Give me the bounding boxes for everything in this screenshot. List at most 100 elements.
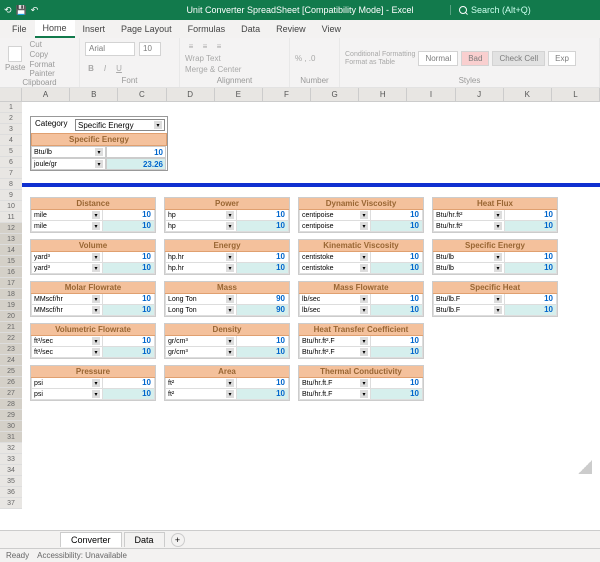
font-size[interactable]: 10 (139, 42, 161, 56)
undo-icon[interactable]: ↶ (31, 5, 39, 16)
unit-from-dropdown[interactable]: hp.hr▾ (165, 252, 237, 263)
value-from[interactable]: 10 (103, 378, 155, 389)
row-header[interactable]: 5 (0, 146, 22, 157)
value-from[interactable]: 10 (371, 336, 423, 347)
menu-data[interactable]: Data (233, 21, 268, 37)
row-header[interactable]: 12 (0, 223, 22, 234)
unit-to-dropdown[interactable]: Btu/lb.F▾ (433, 305, 505, 316)
unit-from-dropdown[interactable]: centistoke▾ (299, 252, 371, 263)
row-header[interactable]: 7 (0, 168, 22, 179)
row-header[interactable]: 22 (0, 333, 22, 344)
unit-to-dropdown[interactable]: Long Ton▾ (165, 305, 237, 316)
unit-to-dropdown[interactable]: Btu/hr.ft.F▾ (299, 389, 371, 400)
col-f[interactable]: F (263, 88, 311, 101)
unit-from-dropdown[interactable]: hp▾ (165, 210, 237, 221)
menu-view[interactable]: View (314, 21, 349, 37)
row-header[interactable]: 34 (0, 465, 22, 476)
unit-to-dropdown[interactable]: ft²▾ (165, 389, 237, 400)
row-header[interactable]: 32 (0, 443, 22, 454)
col-e[interactable]: E (215, 88, 263, 101)
italic-button[interactable]: I (99, 63, 111, 75)
value-from[interactable]: 10 (505, 210, 557, 221)
unit-to-dropdown[interactable]: centipoise▾ (299, 221, 371, 232)
top-unit-from[interactable]: Btu/lb▾ (31, 146, 106, 158)
unit-from-dropdown[interactable]: Btu/hr.ft.F▾ (299, 378, 371, 389)
row-header[interactable]: 37 (0, 498, 22, 509)
copy-button[interactable]: Copy (29, 50, 74, 59)
value-from[interactable]: 10 (103, 252, 155, 263)
row-header[interactable]: 4 (0, 135, 22, 146)
unit-to-dropdown[interactable]: hp▾ (165, 221, 237, 232)
row-header[interactable]: 13 (0, 234, 22, 245)
cut-button[interactable]: Cut (29, 40, 74, 49)
tab-converter[interactable]: Converter (60, 532, 122, 547)
bold-button[interactable]: B (85, 63, 97, 75)
unit-to-dropdown[interactable]: lb/sec▾ (299, 305, 371, 316)
align-left-icon[interactable]: ≡ (185, 40, 197, 52)
col-l[interactable]: L (552, 88, 600, 101)
row-header[interactable]: 30 (0, 421, 22, 432)
col-j[interactable]: J (456, 88, 504, 101)
value-from[interactable]: 10 (237, 210, 289, 221)
value-from[interactable]: 10 (371, 252, 423, 263)
align-center-icon[interactable]: ≡ (199, 40, 211, 52)
tab-data[interactable]: Data (124, 532, 165, 547)
row-header[interactable]: 14 (0, 245, 22, 256)
value-from[interactable]: 10 (505, 252, 557, 263)
unit-to-dropdown[interactable]: MMscf/hr▾ (31, 305, 103, 316)
row-header[interactable]: 18 (0, 289, 22, 300)
paste-button[interactable]: Paste (5, 46, 25, 72)
menu-review[interactable]: Review (268, 21, 314, 37)
row-header[interactable]: 1 (0, 102, 22, 113)
col-g[interactable]: G (311, 88, 359, 101)
style-check-cell[interactable]: Check Cell (492, 51, 545, 66)
unit-from-dropdown[interactable]: Btu/hr.ft².F▾ (299, 336, 371, 347)
unit-from-dropdown[interactable]: Long Ton▾ (165, 294, 237, 305)
unit-to-dropdown[interactable]: centistoke▾ (299, 263, 371, 274)
unit-to-dropdown[interactable]: Btu/hr.ft²▾ (433, 221, 505, 232)
row-header[interactable]: 2 (0, 113, 22, 124)
unit-from-dropdown[interactable]: Btu/lb▾ (433, 252, 505, 263)
unit-from-dropdown[interactable]: yard³▾ (31, 252, 103, 263)
menu-file[interactable]: File (4, 21, 35, 37)
row-header[interactable]: 27 (0, 388, 22, 399)
add-sheet-button[interactable]: + (171, 533, 185, 547)
font-name[interactable]: Arial (85, 42, 135, 56)
unit-to-dropdown[interactable]: yard³▾ (31, 263, 103, 274)
cond-format-button[interactable]: Conditional Formatting (345, 51, 415, 58)
merge-center-button[interactable]: Merge & Center (185, 65, 241, 74)
unit-from-dropdown[interactable]: MMscf/hr▾ (31, 294, 103, 305)
value-from[interactable]: 10 (237, 378, 289, 389)
value-from[interactable]: 10 (103, 336, 155, 347)
unit-from-dropdown[interactable]: Btu/lb.F▾ (433, 294, 505, 305)
value-from[interactable]: 10 (237, 252, 289, 263)
menu-page-layout[interactable]: Page Layout (113, 21, 180, 37)
row-header[interactable]: 31 (0, 432, 22, 443)
row-header[interactable]: 33 (0, 454, 22, 465)
row-header[interactable]: 28 (0, 399, 22, 410)
value-from[interactable]: 10 (371, 378, 423, 389)
wrap-text-button[interactable]: Wrap Text (185, 54, 221, 63)
unit-to-dropdown[interactable]: psi▾ (31, 389, 103, 400)
align-right-icon[interactable]: ≡ (213, 40, 225, 52)
col-k[interactable]: K (504, 88, 552, 101)
worksheet[interactable]: 1234567891011121314151617181920212223242… (0, 102, 600, 522)
value-from[interactable]: 10 (371, 210, 423, 221)
top-value-from[interactable]: 10 (106, 146, 166, 158)
col-d[interactable]: D (167, 88, 215, 101)
unit-to-dropdown[interactable]: ft³/sec▾ (31, 347, 103, 358)
unit-to-dropdown[interactable]: gr/cm³▾ (165, 347, 237, 358)
unit-to-dropdown[interactable]: hp.hr▾ (165, 263, 237, 274)
col-b[interactable]: B (70, 88, 118, 101)
col-i[interactable]: I (407, 88, 455, 101)
select-all-corner[interactable] (0, 88, 22, 101)
col-h[interactable]: H (359, 88, 407, 101)
row-header[interactable]: 11 (0, 212, 22, 223)
unit-to-dropdown[interactable]: Btu/hr.ft².F▾ (299, 347, 371, 358)
row-header[interactable]: 24 (0, 355, 22, 366)
row-header[interactable]: 16 (0, 267, 22, 278)
row-header[interactable]: 26 (0, 377, 22, 388)
row-header[interactable]: 6 (0, 157, 22, 168)
unit-from-dropdown[interactable]: Btu/hr.ft²▾ (433, 210, 505, 221)
style-bad[interactable]: Bad (461, 51, 489, 66)
